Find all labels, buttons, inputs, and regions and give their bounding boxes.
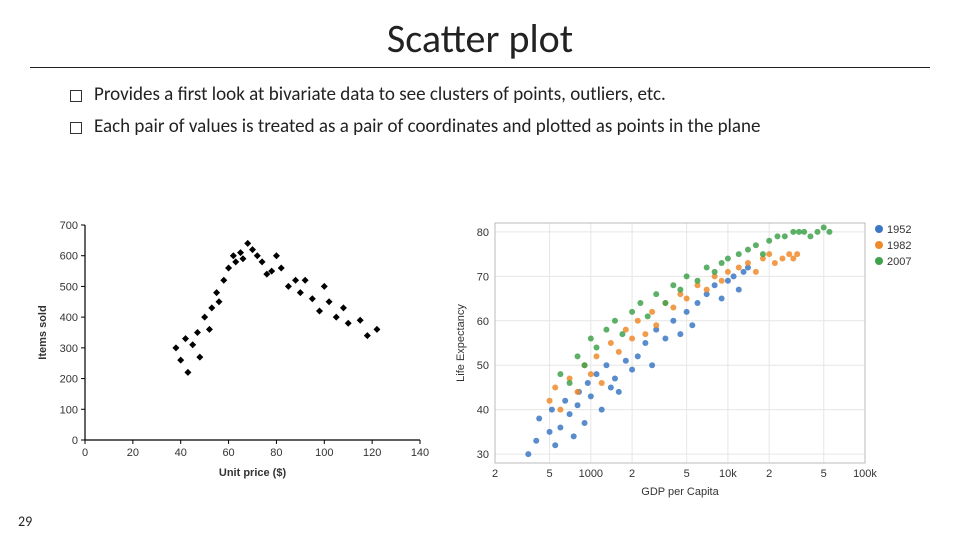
svg-text:600: 600 — [60, 251, 78, 263]
svg-text:20: 20 — [127, 447, 139, 459]
svg-text:1982: 1982 — [887, 240, 911, 252]
svg-text:200: 200 — [60, 374, 78, 386]
svg-text:50: 50 — [477, 360, 489, 372]
svg-text:100: 100 — [60, 404, 78, 416]
svg-text:Items sold: Items sold — [37, 305, 49, 359]
svg-text:5: 5 — [546, 468, 552, 480]
svg-text:120: 120 — [363, 447, 381, 459]
svg-text:2: 2 — [766, 468, 772, 480]
svg-text:700: 700 — [60, 220, 78, 232]
svg-text:300: 300 — [60, 343, 78, 355]
slide-title: Scatter plot — [30, 0, 930, 68]
items-sold-scatter: 0 100 200 300 400 500 600 700 0 20 40 60 80 100 120 140… — [30, 215, 430, 510]
bullet-text: Each pair of values is treated as a pair… — [94, 114, 760, 140]
svg-text:0: 0 — [72, 435, 78, 447]
bullet-list: Provides a first look at bivariate data … — [70, 82, 900, 139]
svg-text:0: 0 — [82, 447, 88, 459]
svg-text:100: 100 — [315, 447, 333, 459]
svg-text:80: 80 — [270, 447, 282, 459]
svg-text:400: 400 — [60, 312, 78, 324]
svg-text:2007: 2007 — [887, 256, 911, 268]
svg-text:140: 140 — [411, 447, 429, 459]
svg-text:60: 60 — [222, 447, 234, 459]
svg-text:100k: 100k — [853, 468, 877, 480]
svg-text:Unit price ($): Unit price ($) — [219, 467, 287, 479]
life-expectancy-scatter: 30 40 50 60 70 80 2 5 1000 2 5 10k 2 5 100k GDP per Cap… — [450, 215, 940, 510]
svg-text:40: 40 — [175, 447, 187, 459]
bullet-text: Provides a first look at bivariate data … — [94, 82, 666, 108]
svg-text:30: 30 — [477, 449, 489, 461]
svg-text:2: 2 — [629, 468, 635, 480]
svg-text:40: 40 — [477, 405, 489, 417]
svg-text:80: 80 — [477, 227, 489, 239]
svg-text:2: 2 — [492, 468, 498, 480]
svg-text:70: 70 — [477, 271, 489, 283]
svg-text:5: 5 — [821, 468, 827, 480]
svg-text:5: 5 — [684, 468, 690, 480]
svg-text:GDP per Capita: GDP per Capita — [641, 486, 719, 498]
svg-text:60: 60 — [477, 316, 489, 328]
svg-text:1000: 1000 — [579, 468, 603, 480]
bullet-square-icon — [70, 90, 82, 102]
svg-text:500: 500 — [60, 281, 78, 293]
svg-text:1952: 1952 — [887, 224, 911, 236]
bullet-square-icon — [70, 122, 82, 134]
svg-text:10k: 10k — [719, 468, 737, 480]
page-number: 29 — [18, 513, 32, 530]
svg-text:Life Expectancy: Life Expectancy — [455, 304, 467, 382]
